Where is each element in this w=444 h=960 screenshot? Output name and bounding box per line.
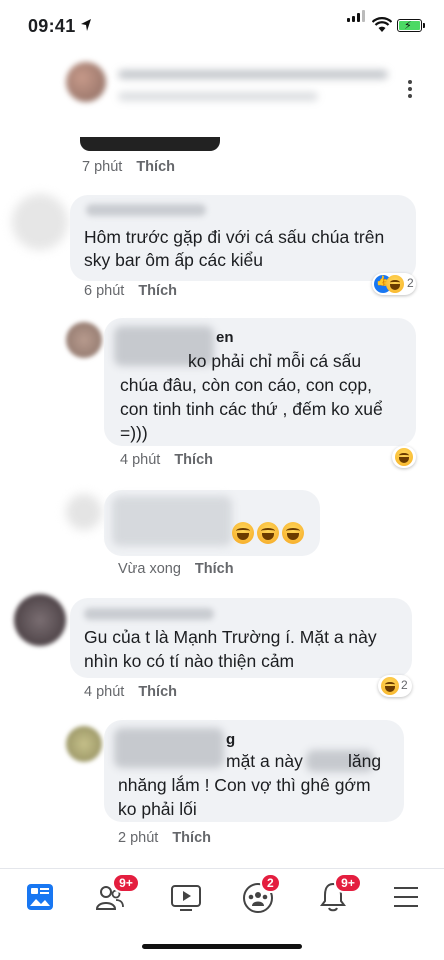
tab-notifications[interactable]: 9+: [316, 873, 362, 915]
comment-meta: 4 phút Thích: [84, 684, 177, 700]
laughing-tears-icon: [232, 522, 254, 544]
like-button[interactable]: Thích: [172, 830, 211, 846]
reaction-summary[interactable]: [392, 446, 416, 468]
comment-text-line: ko phải chỉ mỗi cá sấu: [188, 351, 362, 371]
like-button[interactable]: Thích: [195, 561, 234, 577]
like-button[interactable]: Thích: [174, 452, 213, 468]
status-bar: 09:41 ⚡: [0, 0, 444, 52]
comment-meta: 6 phút Thích: [84, 283, 177, 299]
bottom-tab-bar: 9+ 2 9+: [0, 868, 444, 928]
notification-badge: 9+: [112, 873, 140, 893]
tab-watch[interactable]: [166, 879, 206, 915]
comment-text-line: con tinh tinh các thứ , đếm ko xuể: [120, 399, 383, 419]
comment-text-line: chúa đâu, còn con cáo, con cọp,: [120, 375, 372, 395]
blurred-name: [114, 728, 224, 768]
notification-badge: 9+: [334, 873, 362, 893]
blurred-name: [112, 496, 232, 546]
comment-time: Vừa xong: [118, 561, 181, 577]
commenter-name-suffix: g: [226, 731, 236, 748]
avatar: [12, 194, 68, 250]
comment-time: 2 phút: [118, 830, 159, 846]
tab-friends[interactable]: 9+: [92, 873, 140, 915]
post-media[interactable]: [80, 137, 220, 151]
tab-menu[interactable]: [390, 879, 430, 915]
tab-news-feed[interactable]: [20, 879, 60, 915]
comment-text-line: =))): [120, 423, 148, 443]
reaction-summary[interactable]: 2: [372, 273, 416, 295]
comment-text-line: nhăng lắm ! Con vợ thì ghê gớm: [118, 775, 371, 795]
home-indicator[interactable]: [142, 944, 302, 949]
wifi-icon: [372, 17, 392, 32]
more-options-icon[interactable]: [408, 80, 414, 101]
comment-time: 4 phút: [84, 684, 125, 700]
location-arrow-icon: [81, 19, 91, 31]
news-feed-icon: [27, 884, 53, 910]
comment-time: 6 phút: [84, 283, 125, 299]
menu-icon: [394, 887, 418, 907]
comment-text-line: ko phải lối: [118, 799, 197, 819]
avatar: [14, 594, 66, 646]
comment-text-line: lăng: [348, 751, 382, 771]
watch-video-icon: [171, 885, 201, 911]
avatar: [66, 62, 106, 102]
laughing-tears-icon: [257, 522, 279, 544]
comment-text-line: Gu của t là Mạnh Trường í. Mặt a này: [84, 627, 377, 647]
haha-icon: [395, 448, 413, 466]
comment-meta: Vừa xong Thích: [118, 561, 234, 577]
like-button[interactable]: Thích: [138, 684, 177, 700]
reaction-count: 2: [401, 678, 408, 692]
blurred-name: [84, 608, 214, 620]
blurred-name: [118, 70, 388, 79]
status-time: 09:41: [28, 16, 76, 36]
comment-text-line: mặt a này: [226, 751, 303, 771]
tab-groups[interactable]: 2: [240, 873, 281, 915]
commenter-name-suffix: en: [216, 329, 234, 346]
like-button[interactable]: Thích: [138, 283, 177, 299]
comment-meta: 2 phút Thích: [118, 830, 211, 846]
laughing-tears-icon: [282, 522, 304, 544]
comment-text-line: nhìn ko có tí nào thiện cảm: [84, 651, 295, 671]
blurred-name: [86, 204, 206, 216]
comment-time: 4 phút: [120, 452, 161, 468]
avatar: [66, 494, 102, 530]
notification-badge: 2: [260, 873, 281, 893]
comment-text-line: Hôm trước gặp đi với cá sấu chúa trên: [84, 227, 385, 247]
like-button[interactable]: Thích: [136, 159, 175, 175]
reaction-count: 2: [407, 276, 414, 290]
comment-meta: 4 phút Thích: [120, 452, 213, 468]
avatar: [66, 322, 102, 358]
blurred-subtitle: [118, 92, 318, 101]
comment-time: 7 phút: [82, 159, 123, 175]
haha-icon: [381, 677, 399, 695]
haha-icon: [386, 275, 404, 293]
comment-text-line: sky bar ôm ấp các kiểu: [84, 250, 263, 270]
reaction-summary[interactable]: 2: [378, 675, 412, 697]
post-meta: 7 phút Thích: [82, 159, 175, 175]
avatar: [66, 726, 102, 762]
battery-charging-icon: ⚡: [397, 19, 425, 32]
